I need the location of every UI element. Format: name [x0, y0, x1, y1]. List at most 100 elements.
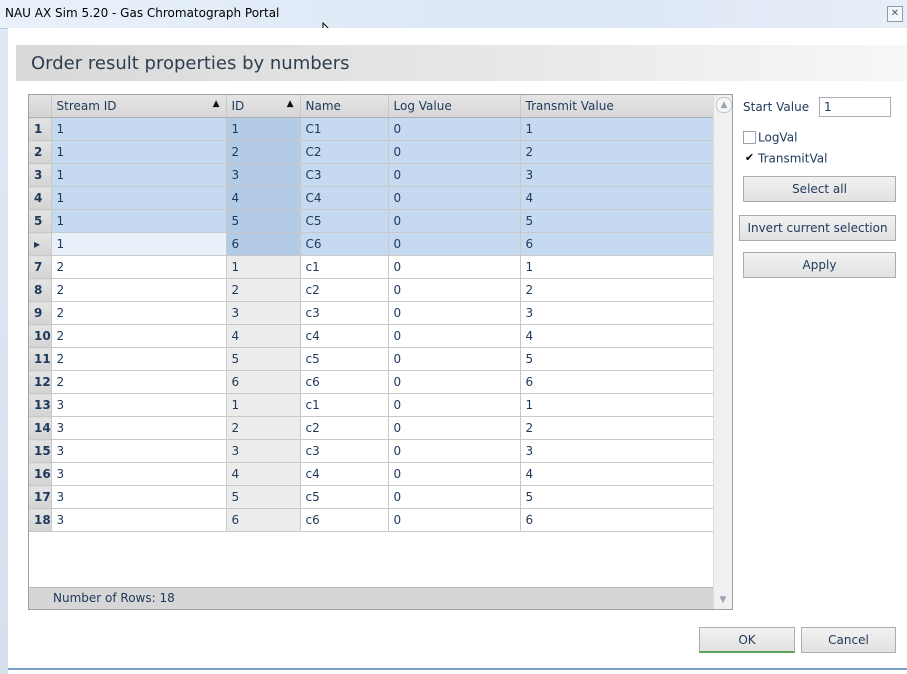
cell-log[interactable]: 0: [388, 163, 521, 187]
cell-name[interactable]: c1: [300, 393, 389, 417]
cell-name[interactable]: C6: [300, 232, 389, 256]
table-row[interactable]: 7 2 1 c1 0 1: [29, 255, 714, 279]
row-number[interactable]: 1: [29, 117, 52, 141]
cell-log[interactable]: 0: [388, 462, 521, 486]
cell-log[interactable]: 0: [388, 324, 521, 348]
cell-transmit[interactable]: 4: [520, 186, 714, 210]
table-row[interactable]: 8 2 2 c2 0 2: [29, 278, 714, 302]
cell-log[interactable]: 0: [388, 140, 521, 164]
current-row-indicator-icon[interactable]: ▸: [29, 232, 52, 256]
vertical-scrollbar[interactable]: ▲ ▼: [713, 95, 732, 609]
cell-stream[interactable]: 3: [51, 393, 227, 417]
table-row[interactable]: 11 2 5 c5 0 5: [29, 347, 714, 371]
cell-log[interactable]: 0: [388, 393, 521, 417]
row-number[interactable]: 18: [29, 508, 52, 532]
cell-name[interactable]: c3: [300, 439, 389, 463]
cell-transmit[interactable]: 6: [520, 370, 714, 394]
cell-id[interactable]: 3: [226, 163, 301, 187]
cell-name[interactable]: C1: [300, 117, 389, 141]
cell-transmit[interactable]: 6: [520, 508, 714, 532]
close-icon[interactable]: ✕: [887, 6, 903, 22]
table-row[interactable]: 17 3 5 c5 0 5: [29, 485, 714, 509]
table-row[interactable]: 13 3 1 c1 0 1: [29, 393, 714, 417]
cell-name[interactable]: C4: [300, 186, 389, 210]
cell-stream[interactable]: 2: [51, 301, 227, 325]
cell-transmit[interactable]: 6: [520, 232, 714, 256]
row-number[interactable]: 2: [29, 140, 52, 164]
cell-name[interactable]: c2: [300, 416, 389, 440]
transmitval-checkbox[interactable]: ✔ TransmitVal: [743, 151, 828, 169]
cell-id[interactable]: 2: [226, 278, 301, 302]
cell-stream[interactable]: 2: [51, 324, 227, 348]
invert-selection-button[interactable]: Invert current selection: [739, 215, 896, 241]
cell-transmit[interactable]: 3: [520, 439, 714, 463]
cell-transmit[interactable]: 4: [520, 324, 714, 348]
cell-log[interactable]: 0: [388, 370, 521, 394]
table-row[interactable]: 2 1 2 C2 0 2: [29, 140, 714, 164]
cell-transmit[interactable]: 1: [520, 393, 714, 417]
row-number[interactable]: 16: [29, 462, 52, 486]
cell-name[interactable]: c1: [300, 255, 389, 279]
cell-name[interactable]: c3: [300, 301, 389, 325]
cell-id[interactable]: 1: [226, 255, 301, 279]
cell-log[interactable]: 0: [388, 347, 521, 371]
title-bar[interactable]: NAU AX Sim 5.20 - Gas Chromatograph Port…: [0, 0, 907, 29]
cell-transmit[interactable]: 5: [520, 209, 714, 233]
cell-id[interactable]: 5: [226, 347, 301, 371]
cell-id[interactable]: 6: [226, 232, 301, 256]
cell-id[interactable]: 2: [226, 416, 301, 440]
table-row[interactable]: 12 2 6 c6 0 6: [29, 370, 714, 394]
start-value-input[interactable]: 1: [819, 97, 891, 117]
table-row[interactable]: 16 3 4 c4 0 4: [29, 462, 714, 486]
table-row[interactable]: 18 3 6 c6 0 6: [29, 508, 714, 532]
cell-stream[interactable]: 2: [51, 370, 227, 394]
row-number[interactable]: 12: [29, 370, 52, 394]
cell-stream[interactable]: 1: [51, 140, 227, 164]
cell-stream[interactable]: 3: [51, 508, 227, 532]
cell-transmit[interactable]: 3: [520, 163, 714, 187]
row-number[interactable]: 7: [29, 255, 52, 279]
cell-stream[interactable]: 1: [51, 117, 227, 141]
cell-log[interactable]: 0: [388, 301, 521, 325]
cell-name[interactable]: C3: [300, 163, 389, 187]
cell-transmit[interactable]: 2: [520, 140, 714, 164]
cell-name[interactable]: c5: [300, 347, 389, 371]
cell-stream[interactable]: 1: [51, 163, 227, 187]
cell-stream[interactable]: 2: [51, 278, 227, 302]
cell-stream[interactable]: 3: [51, 416, 227, 440]
logval-checkbox-box[interactable]: [743, 131, 756, 144]
cell-name[interactable]: c4: [300, 462, 389, 486]
cell-stream[interactable]: 3: [51, 462, 227, 486]
row-number[interactable]: 5: [29, 209, 52, 233]
cell-stream[interactable]: 2: [51, 347, 227, 371]
table-row[interactable]: 15 3 3 c3 0 3: [29, 439, 714, 463]
row-number[interactable]: 4: [29, 186, 52, 210]
row-number[interactable]: 8: [29, 278, 52, 302]
cell-id[interactable]: 1: [226, 117, 301, 141]
checkmark-icon[interactable]: ✔: [743, 152, 756, 165]
cell-transmit[interactable]: 2: [520, 278, 714, 302]
cell-transmit[interactable]: 5: [520, 485, 714, 509]
cell-transmit[interactable]: 4: [520, 462, 714, 486]
cell-name[interactable]: C5: [300, 209, 389, 233]
row-number[interactable]: 10: [29, 324, 52, 348]
row-number[interactable]: 9: [29, 301, 52, 325]
cell-name[interactable]: c4: [300, 324, 389, 348]
cell-log[interactable]: 0: [388, 278, 521, 302]
ok-button[interactable]: OK: [699, 627, 795, 653]
column-header-stream-id[interactable]: Stream ID ▲: [51, 95, 227, 118]
table-row[interactable]: 4 1 4 C4 0 4: [29, 186, 714, 210]
cell-transmit[interactable]: 1: [520, 117, 714, 141]
cell-name[interactable]: c6: [300, 370, 389, 394]
cell-transmit[interactable]: 5: [520, 347, 714, 371]
scroll-up-icon[interactable]: ▲: [716, 97, 732, 113]
column-header-transmit-value[interactable]: Transmit Value: [520, 95, 714, 118]
row-number[interactable]: 13: [29, 393, 52, 417]
row-number[interactable]: 14: [29, 416, 52, 440]
cell-log[interactable]: 0: [388, 439, 521, 463]
cell-name[interactable]: c6: [300, 508, 389, 532]
row-number[interactable]: 3: [29, 163, 52, 187]
cell-id[interactable]: 4: [226, 324, 301, 348]
table-row[interactable]: 5 1 5 C5 0 5: [29, 209, 714, 233]
cell-name[interactable]: c2: [300, 278, 389, 302]
